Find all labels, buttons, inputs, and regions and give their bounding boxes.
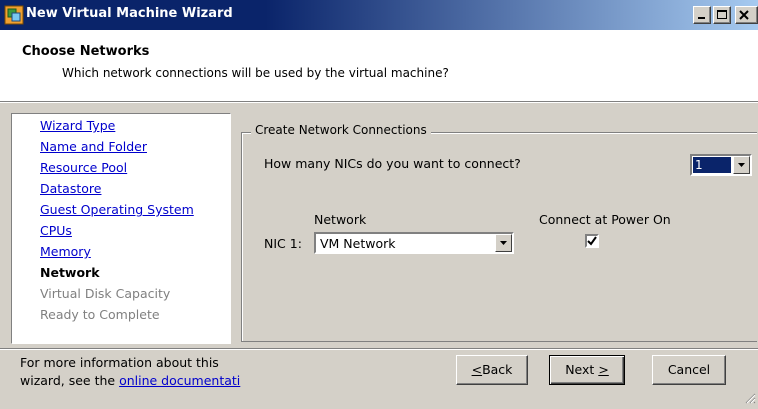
step-datastore[interactable]: Datastore	[40, 181, 101, 196]
resize-grip-icon[interactable]	[744, 392, 756, 407]
minimize-button[interactable]	[693, 6, 711, 24]
footer-divider-highlight	[0, 349, 758, 350]
page-subtitle: Which network connections will be used b…	[62, 66, 449, 80]
minimize-icon	[698, 17, 705, 19]
nic-count-dropdown-button[interactable]	[733, 156, 750, 174]
online-documentation-link[interactable]: online documentati	[119, 373, 240, 388]
chevron-down-icon	[738, 163, 745, 167]
group-legend: Create Network Connections	[251, 123, 431, 137]
wizard-window: New Virtual Machine Wizard Choose Networ…	[0, 0, 758, 409]
cancel-button[interactable]: Cancel	[652, 355, 726, 385]
step-memory[interactable]: Memory	[40, 244, 91, 259]
nic1-network-value: VM Network	[320, 236, 396, 251]
nic-count-value: 1	[693, 157, 731, 173]
connect-at-power-on-checkbox[interactable]	[585, 234, 599, 248]
back-button[interactable]: <Back	[456, 355, 528, 385]
nic1-network-dropdown-button[interactable]	[495, 234, 512, 252]
next-label: Next	[565, 362, 595, 377]
next-button[interactable]: Next >	[549, 355, 625, 385]
title-bar[interactable]: New Virtual Machine Wizard	[0, 0, 758, 30]
step-ready-to-complete: Ready to Complete	[40, 307, 160, 322]
maximize-icon	[717, 10, 727, 19]
step-virtual-disk-capacity: Virtual Disk Capacity	[40, 286, 171, 301]
next-accel: >	[598, 362, 609, 377]
close-icon	[739, 10, 749, 20]
back-accel: <	[471, 362, 483, 377]
chevron-down-icon	[500, 241, 507, 245]
network-column-header: Network	[314, 212, 367, 227]
step-name-and-folder[interactable]: Name and Folder	[40, 139, 147, 154]
wizard-header: Choose Networks Which network connection…	[0, 30, 758, 102]
step-cpus[interactable]: CPUs	[40, 223, 72, 238]
step-network: Network	[40, 265, 100, 280]
back-label: Back	[482, 362, 513, 377]
step-guest-os[interactable]: Guest Operating System	[40, 202, 194, 217]
step-wizard-type[interactable]: Wizard Type	[40, 118, 115, 133]
close-button[interactable]	[735, 6, 758, 24]
checkmark-icon	[587, 236, 597, 246]
page-title: Choose Networks	[22, 44, 150, 59]
nic1-network-select[interactable]: VM Network	[314, 232, 514, 254]
nic-count-question: How many NICs do you want to connect?	[264, 156, 521, 171]
help-text-line2: wizard, see the online documentati	[20, 373, 240, 388]
connect-at-power-on-header: Connect at Power On	[539, 212, 671, 227]
wizard-steps-panel: Wizard Type Name and Folder Resource Poo…	[11, 113, 231, 344]
vm-wizard-icon	[4, 5, 24, 25]
nic-count-select[interactable]: 1	[690, 154, 752, 176]
header-divider	[0, 102, 758, 103]
maximize-button[interactable]	[713, 6, 731, 24]
nic1-label: NIC 1:	[264, 236, 302, 251]
help-text-prefix: wizard, see the	[20, 373, 120, 388]
help-text-line1: For more information about this	[20, 355, 219, 370]
window-title: New Virtual Machine Wizard	[26, 6, 233, 21]
step-resource-pool[interactable]: Resource Pool	[40, 160, 127, 175]
